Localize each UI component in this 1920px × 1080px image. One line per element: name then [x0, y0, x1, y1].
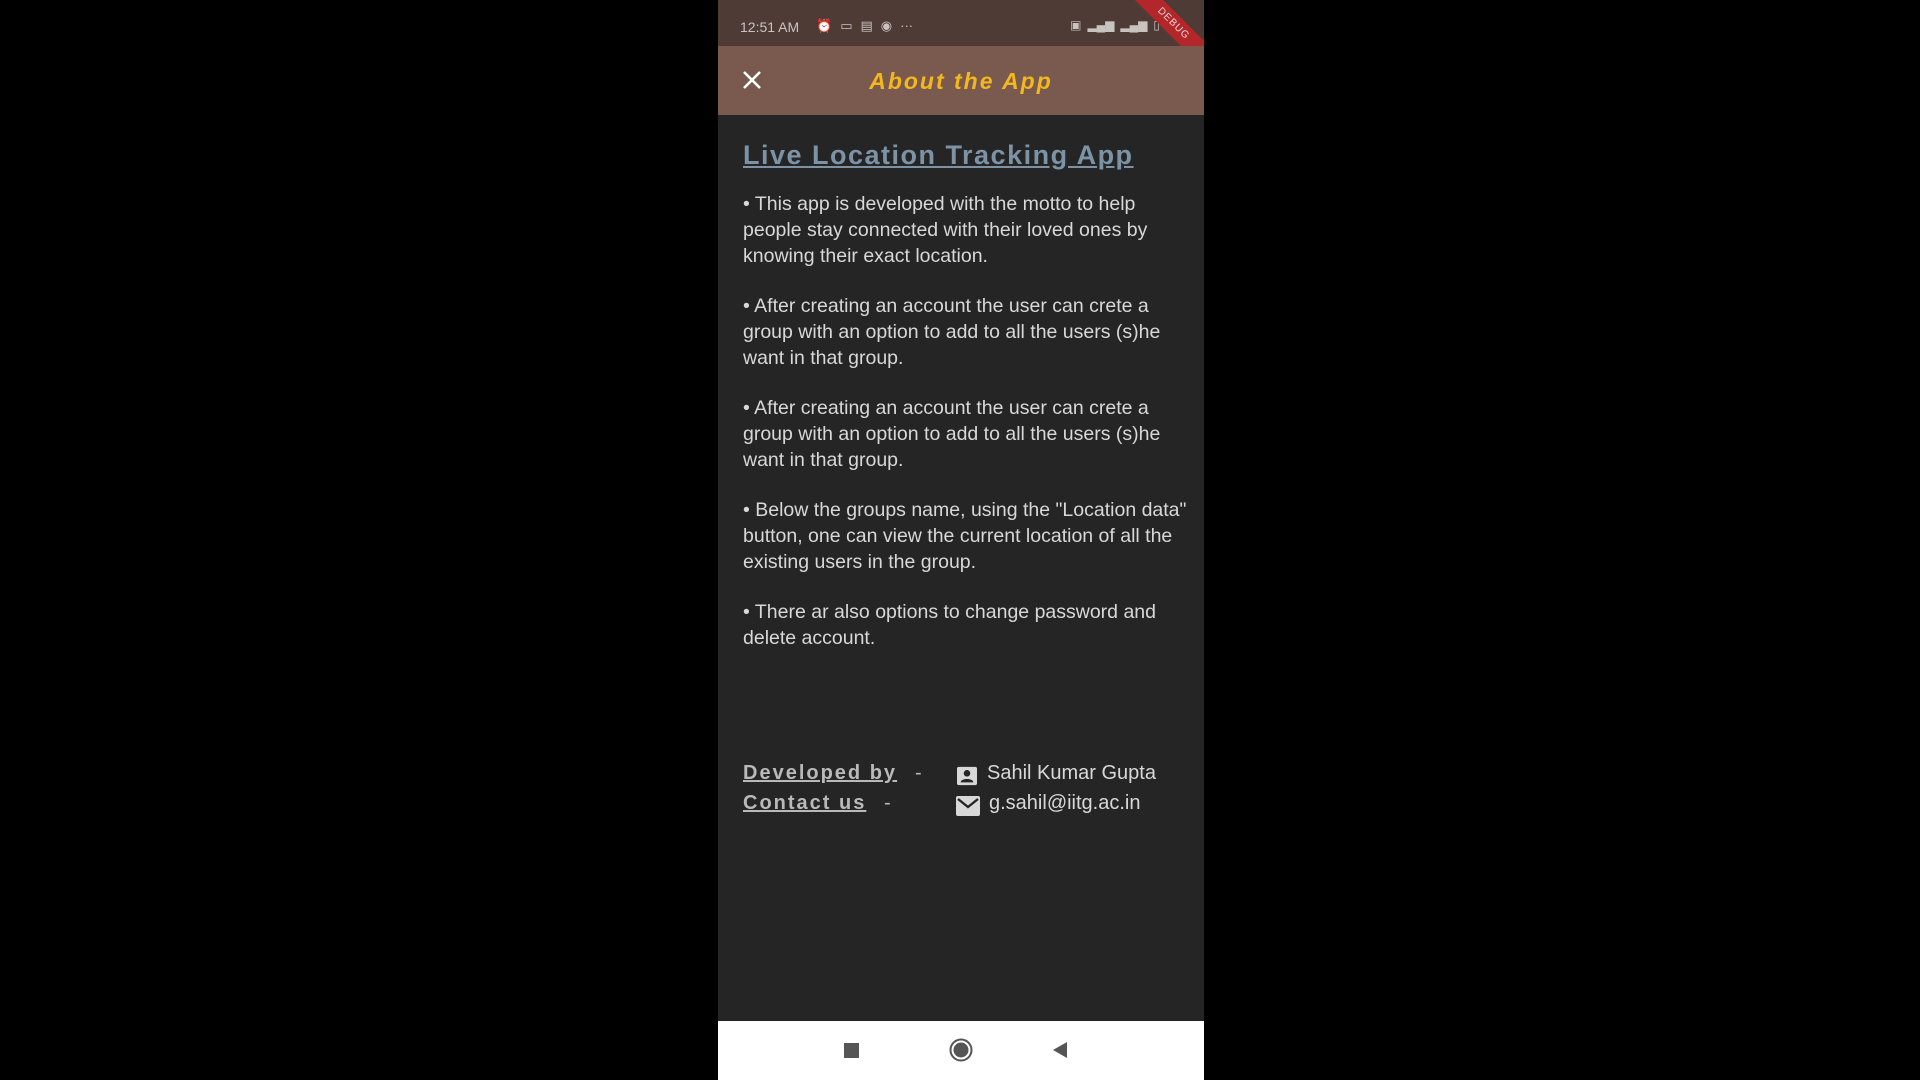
paragraph-1: • This app is developed with the motto t… [743, 193, 1148, 267]
video-icon: ▭ [840, 18, 853, 33]
footer: Developed by - Sahil Kumar Gupta Contact… [743, 762, 1188, 822]
system-nav-bar [718, 1021, 1204, 1080]
paragraph-4: • Below the groups name, using the "Loca… [743, 499, 1187, 573]
status-icons-left: ⏰ ▭ ▤ ◉ ··· [816, 18, 913, 34]
back-button[interactable] [1042, 1034, 1078, 1066]
mail-icon [956, 796, 980, 816]
alarm-icon: ⏰ [816, 18, 833, 33]
developer-name: Sahil Kumar Gupta [987, 762, 1156, 784]
about-content: Live Location Tracking App • This app is… [743, 140, 1188, 675]
app-icon: ◉ [880, 18, 893, 33]
separator: - [915, 762, 922, 784]
paragraph-2: • After creating an account the user can… [743, 295, 1161, 369]
status-bar: 12:51 AM ⏰ ▭ ▤ ◉ ··· ▣ ▂▄▆ ▂▄▆ ▯ DEBUG [718, 0, 1204, 78]
contact-card-icon [957, 766, 977, 786]
contact-us-link[interactable]: Contact us [743, 792, 866, 815]
more-icon: ··· [900, 18, 914, 33]
triangle-back-icon [1053, 1042, 1067, 1058]
developed-by-link[interactable]: Developed by [743, 762, 897, 785]
recents-button[interactable] [833, 1034, 869, 1066]
home-button[interactable] [943, 1034, 979, 1066]
paragraph-5: • There ar also options to change passwo… [743, 601, 1156, 649]
status-icons-right: ▣ ▂▄▆ ▂▄▆ ▯ [1070, 18, 1160, 32]
developer-row: Developed by - Sahil Kumar Gupta [743, 762, 1188, 792]
signal-icon: ▂▄▆ [1087, 18, 1115, 32]
signal-icon-2: ▂▄▆ [1120, 18, 1148, 32]
contact-email[interactable]: g.sahil@iitg.ac.in [989, 792, 1140, 815]
phone-screen: 12:51 AM ⏰ ▭ ▤ ◉ ··· ▣ ▂▄▆ ▂▄▆ ▯ DEBUG A… [718, 0, 1204, 1080]
contact-row: Contact us - g.sahil@iitg.ac.in [743, 792, 1188, 822]
app-heading: Live Location Tracking App [743, 140, 1134, 170]
notification-icon: ▤ [860, 18, 873, 33]
circle-icon [949, 1038, 973, 1062]
status-time: 12:51 AM [740, 19, 800, 35]
separator: - [884, 792, 891, 814]
app-bar: About the App [718, 46, 1204, 115]
page-title: About the App [869, 68, 1053, 94]
sim-icon: ▣ [1070, 18, 1082, 32]
square-icon [844, 1043, 859, 1058]
paragraph-3: • After creating an account the user can… [743, 397, 1161, 471]
